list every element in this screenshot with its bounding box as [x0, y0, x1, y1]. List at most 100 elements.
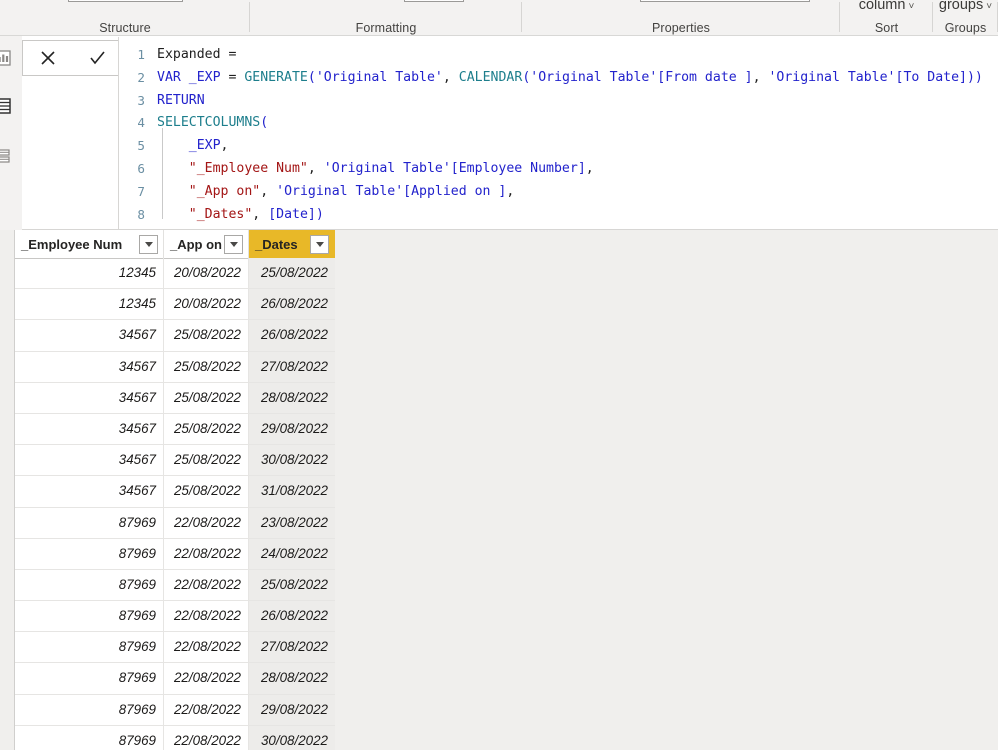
table-cell[interactable]: 30/08/2022 [249, 725, 335, 750]
table-cell[interactable]: 87969 [15, 725, 164, 750]
table-cell[interactable]: 25/08/2022 [164, 320, 249, 351]
table-cell[interactable]: 22/08/2022 [164, 694, 249, 725]
ribbon-dropdown-groups[interactable]: groups ˅ [939, 0, 992, 13]
table-cell[interactable]: 22/08/2022 [164, 569, 249, 601]
table-cell[interactable]: 87969 [15, 569, 164, 601]
column-filter-dropdown-button[interactable] [139, 234, 158, 254]
table-cell[interactable]: 28/08/2022 [249, 382, 335, 413]
column-filter-dropdown-button[interactable] [224, 234, 243, 254]
table-cell[interactable]: 12345 [15, 289, 164, 320]
table-cell[interactable]: 20/08/2022 [164, 258, 249, 289]
table-cell[interactable]: 22/08/2022 [164, 632, 249, 663]
ribbon-button-stub[interactable] [68, 0, 183, 2]
ribbon-button-stub[interactable] [640, 0, 810, 2]
model-view-icon[interactable] [0, 146, 14, 166]
data-table: _Employee Num _App on _Dates 12345 20/08/20… [14, 230, 335, 750]
table-cell[interactable]: 26/08/2022 [249, 320, 335, 351]
ribbon-group-properties: Properties [522, 0, 840, 36]
table-row[interactable]: 87969 22/08/2022 26/08/2022 [15, 601, 335, 633]
formula-line-text: RETURN [157, 90, 205, 113]
table-cell[interactable]: 20/08/2022 [164, 289, 249, 320]
table-cell[interactable]: 30/08/2022 [249, 445, 335, 476]
table-cell[interactable]: 25/08/2022 [164, 382, 249, 413]
table-row[interactable]: 34567 25/08/2022 30/08/2022 [15, 445, 335, 477]
ribbon-dropdown-label: column [858, 0, 906, 13]
accept-edit-button[interactable] [79, 42, 115, 74]
column-header-label: _App on [170, 236, 222, 252]
grid-left-gutter [0, 230, 14, 750]
table-cell[interactable]: 25/08/2022 [249, 569, 335, 601]
table-cell[interactable]: 28/08/2022 [249, 663, 335, 694]
table-cell[interactable]: 87969 [15, 538, 164, 569]
table-row[interactable]: 87969 22/08/2022 27/08/2022 [15, 632, 335, 664]
code-token: ( [260, 115, 269, 131]
formula-line: 3 RETURN [119, 90, 998, 113]
chevron-down-icon [315, 241, 324, 247]
code-token: 'Original Table'[From date ] [530, 69, 753, 85]
table-row[interactable]: 87969 22/08/2022 24/08/2022 [15, 538, 335, 570]
formula-line: 6 "_Employee Num", 'Original Table'[Empl… [119, 158, 998, 181]
table-cell[interactable]: 22/08/2022 [164, 725, 249, 750]
table-row[interactable]: 87969 22/08/2022 29/08/2022 [15, 694, 335, 726]
table-cell[interactable]: 22/08/2022 [164, 538, 249, 569]
table-cell[interactable]: 25/08/2022 [164, 476, 249, 507]
column-header-dates[interactable]: _Dates [249, 230, 335, 258]
table-cell[interactable]: 87969 [15, 694, 164, 725]
table-row[interactable]: 87969 22/08/2022 25/08/2022 [15, 569, 335, 602]
table-row[interactable]: 87969 22/08/2022 23/08/2022 [15, 507, 335, 539]
table-cell[interactable]: 12345 [15, 258, 164, 289]
table-cell[interactable]: 34567 [15, 320, 164, 351]
table-row[interactable]: 34567 25/08/2022 28/08/2022 [15, 382, 335, 414]
table-row[interactable]: 12345 20/08/2022 26/08/2022 [15, 289, 335, 321]
code-token: Expanded = [157, 47, 245, 62]
table-row[interactable]: 34567 25/08/2022 29/08/2022 [15, 413, 335, 446]
table-cell[interactable]: 34567 [15, 382, 164, 413]
table-cell[interactable]: 34567 [15, 445, 164, 476]
table-cell[interactable]: 31/08/2022 [249, 476, 335, 507]
table-row[interactable]: 87969 22/08/2022 28/08/2022 [15, 663, 335, 695]
ribbon-group-label: Formatting [355, 21, 417, 35]
table-cell[interactable]: 23/08/2022 [249, 507, 335, 538]
table-row[interactable]: 34567 25/08/2022 31/08/2022 [15, 476, 335, 508]
formula-line-text: "_Dates", [Date]) [157, 204, 324, 227]
table-cell[interactable]: 25/08/2022 [164, 413, 249, 445]
table-row[interactable]: 34567 25/08/2022 26/08/2022 [15, 320, 335, 352]
ribbon-bar: Structure Formatting Properties column ˅ Sort… [0, 0, 998, 36]
table-cell[interactable]: 26/08/2022 [249, 601, 335, 632]
column-header-employee-num[interactable]: _Employee Num [15, 230, 164, 258]
table-cell[interactable]: 87969 [15, 632, 164, 663]
table-cell[interactable]: 34567 [15, 351, 164, 382]
cancel-edit-button[interactable] [30, 42, 66, 74]
table-cell[interactable]: 87969 [15, 507, 164, 538]
table-cell[interactable]: 24/08/2022 [249, 538, 335, 569]
table-cell[interactable]: 34567 [15, 413, 164, 445]
table-row[interactable]: 12345 20/08/2022 25/08/2022 [15, 258, 335, 290]
table-cell[interactable]: 27/08/2022 [249, 632, 335, 663]
table-cell[interactable]: 87969 [15, 601, 164, 632]
column-header-app-on[interactable]: _App on [164, 230, 249, 258]
table-cell[interactable]: 26/08/2022 [249, 289, 335, 320]
table-cell[interactable]: 22/08/2022 [164, 507, 249, 538]
table-cell[interactable]: 22/08/2022 [164, 663, 249, 694]
table-row[interactable]: 87969 22/08/2022 30/08/2022 [15, 725, 335, 750]
column-filter-dropdown-button[interactable] [310, 234, 329, 254]
table-cell[interactable]: 27/08/2022 [249, 351, 335, 382]
table-cell[interactable]: 34567 [15, 476, 164, 507]
table-row[interactable]: 34567 25/08/2022 27/08/2022 [15, 351, 335, 383]
table-cell[interactable]: 29/08/2022 [249, 413, 335, 445]
formula-line-number: 6 [137, 160, 145, 176]
table-cell[interactable]: 25/08/2022 [249, 258, 335, 289]
table-cell[interactable]: 25/08/2022 [164, 351, 249, 382]
table-body: 12345 20/08/2022 25/08/2022 12345 20/08/2022… [15, 258, 335, 750]
report-view-icon[interactable] [0, 48, 14, 68]
dax-formula-editor[interactable]: 1 Expanded = 2 VAR _EXP = GENERATE('Origin… [118, 37, 998, 230]
code-token: "_Employee Num" [188, 160, 308, 176]
data-view-icon[interactable] [0, 96, 14, 116]
ribbon-button-stub[interactable] [404, 0, 464, 2]
chevron-down-icon: ˅ [986, 1, 993, 12]
table-cell[interactable]: 22/08/2022 [164, 601, 249, 632]
ribbon-dropdown-column[interactable]: column ˅ [859, 0, 915, 13]
table-cell[interactable]: 25/08/2022 [164, 445, 249, 476]
table-cell[interactable]: 29/08/2022 [249, 694, 335, 725]
table-cell[interactable]: 87969 [15, 663, 164, 694]
